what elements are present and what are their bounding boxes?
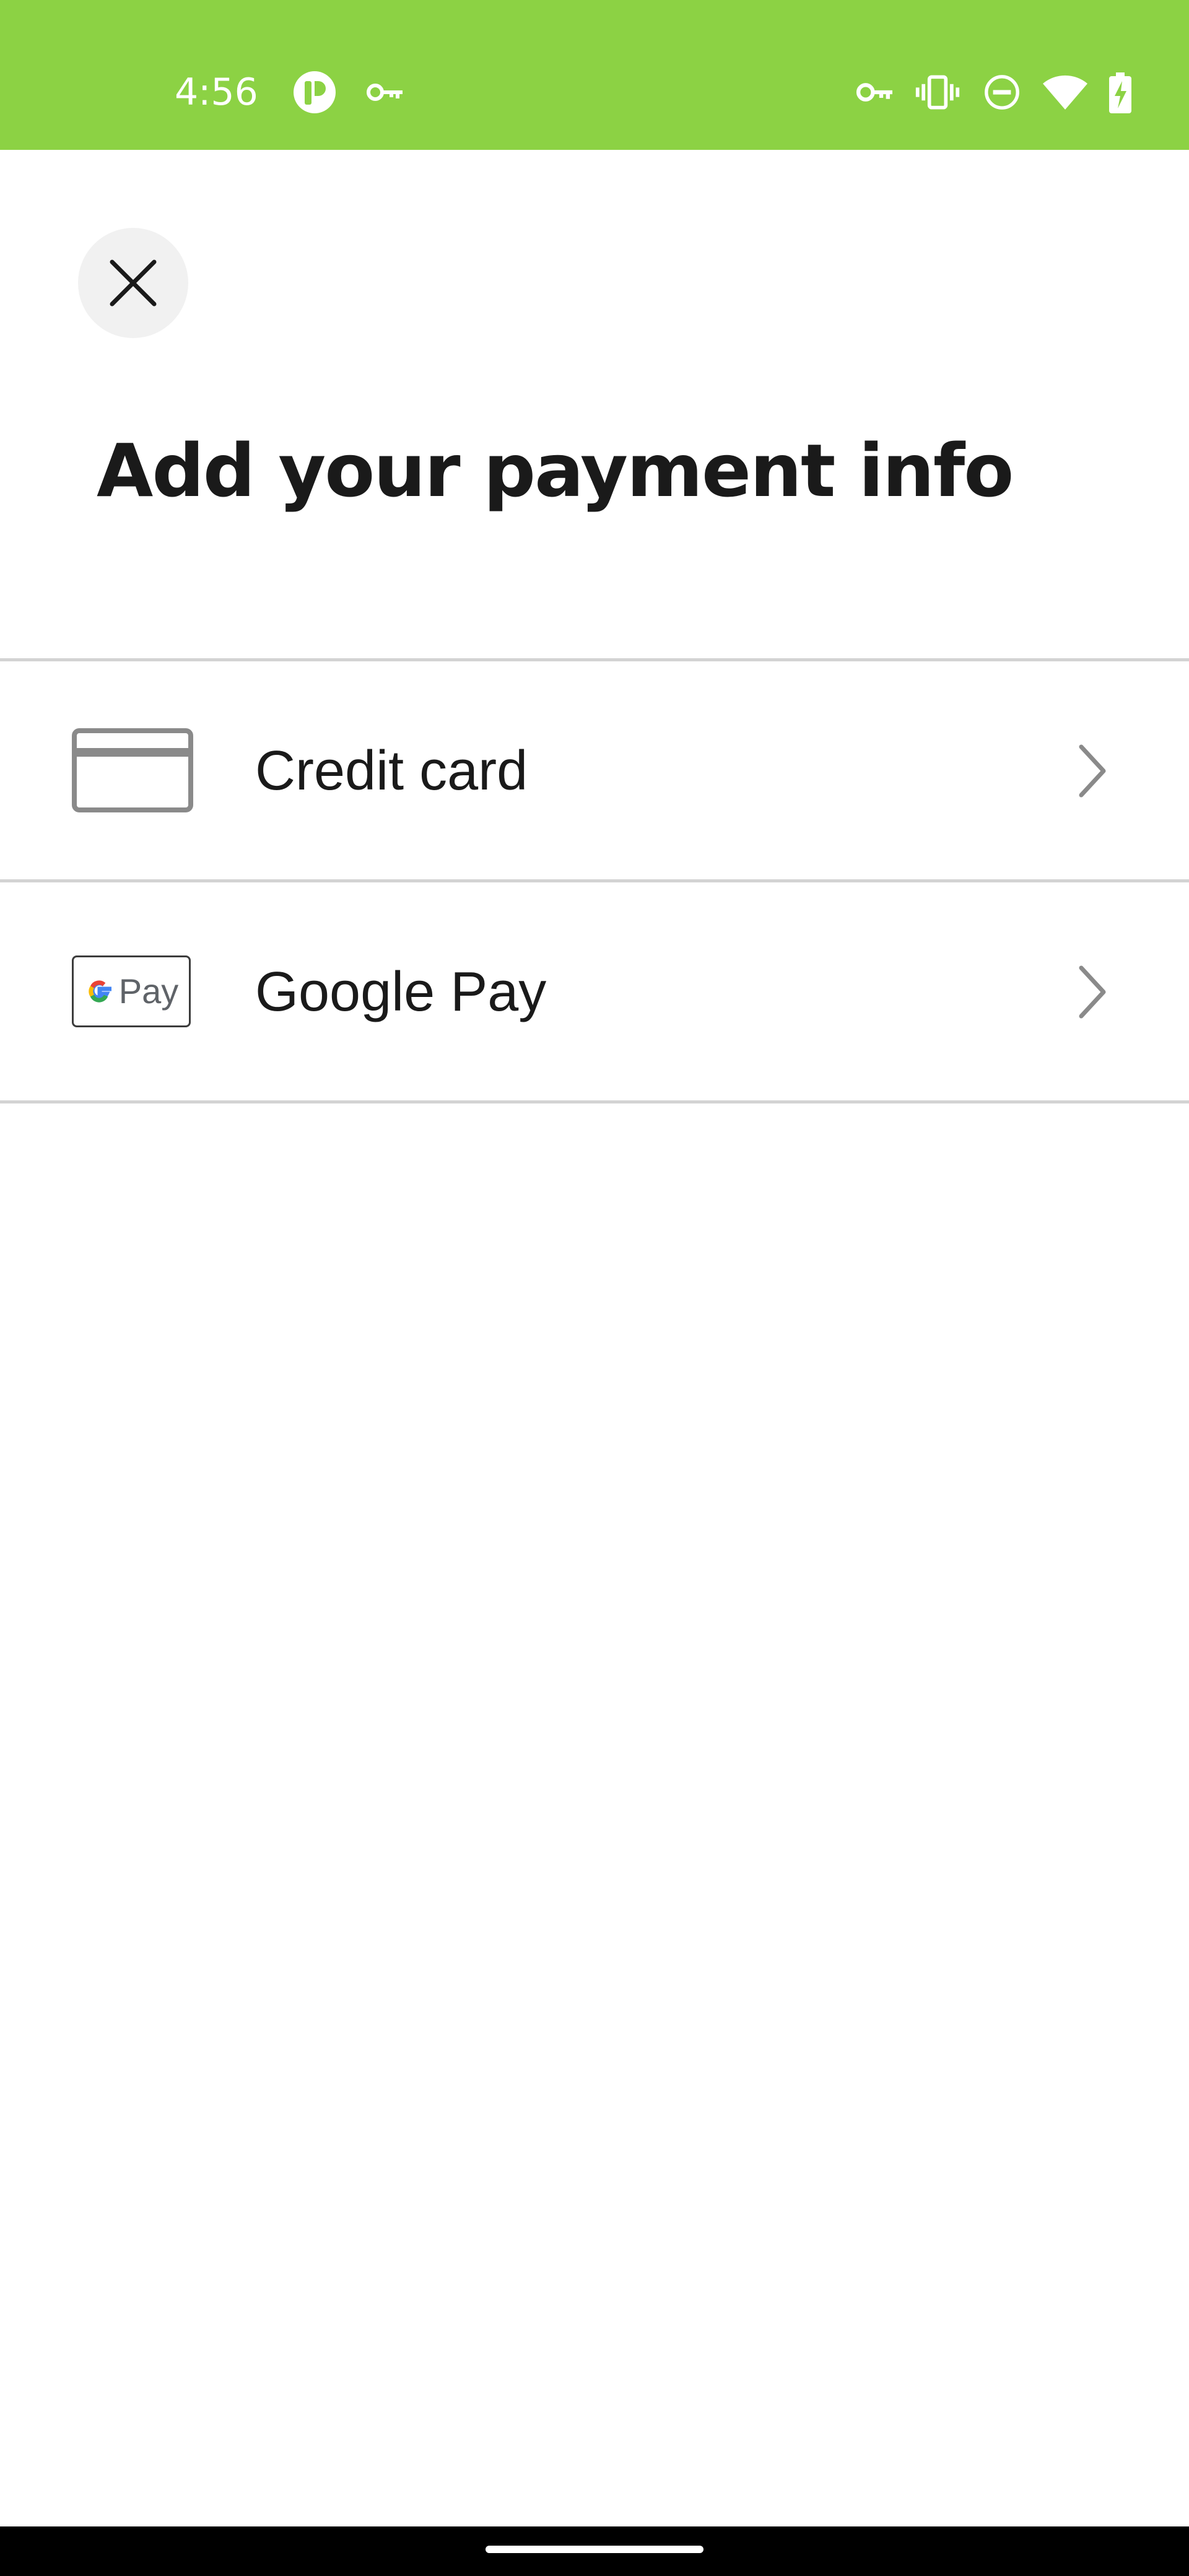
status-time: 4:56 <box>175 71 258 114</box>
app-notification-icon <box>294 71 336 113</box>
google-g-icon <box>89 980 111 1003</box>
payment-info-screen: 4:56 Add your payment info Credit card P… <box>0 0 1189 2576</box>
status-bar: 4:56 <box>0 0 1189 150</box>
navigation-bar <box>0 2526 1189 2576</box>
credit-card-icon <box>72 728 193 812</box>
credit-card-option[interactable]: Credit card <box>0 661 1189 879</box>
google-pay-logo-text: Pay <box>118 972 179 1011</box>
google-pay-logo: Pay <box>72 955 191 1027</box>
close-button[interactable] <box>78 228 188 338</box>
vpn-key-icon <box>856 83 892 102</box>
credit-card-label: Credit card <box>255 740 528 802</box>
page-title: Add your payment info <box>97 428 1014 513</box>
close-icon <box>110 259 157 307</box>
do-not-disturb-icon <box>985 75 1019 110</box>
vpn-key-icon <box>367 84 403 101</box>
wifi-icon <box>1043 75 1087 110</box>
chevron-right-icon <box>1079 744 1106 798</box>
vibrate-icon <box>915 75 960 110</box>
google-pay-label: Google Pay <box>255 961 547 1023</box>
google-pay-option[interactable]: Pay Google Pay <box>0 882 1189 1100</box>
divider <box>0 1100 1189 1103</box>
home-gesture-handle[interactable] <box>486 2546 703 2553</box>
chevron-right-icon <box>1079 965 1106 1019</box>
battery-charging-icon <box>1109 72 1131 113</box>
